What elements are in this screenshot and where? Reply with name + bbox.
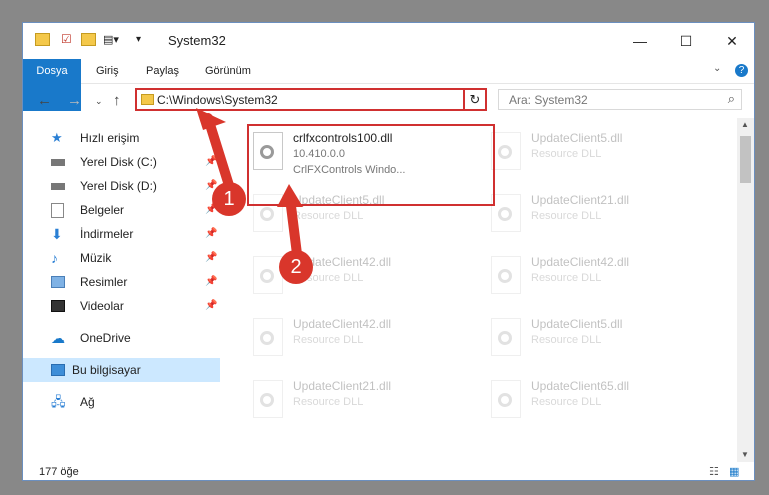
annotation-arrows: [196, 108, 303, 267]
annotation-badge-2: 2: [279, 250, 313, 284]
arrow-2-head: [277, 184, 303, 207]
arrow-1-head: [196, 108, 226, 130]
annotation-badge-1: 1: [212, 182, 246, 216]
